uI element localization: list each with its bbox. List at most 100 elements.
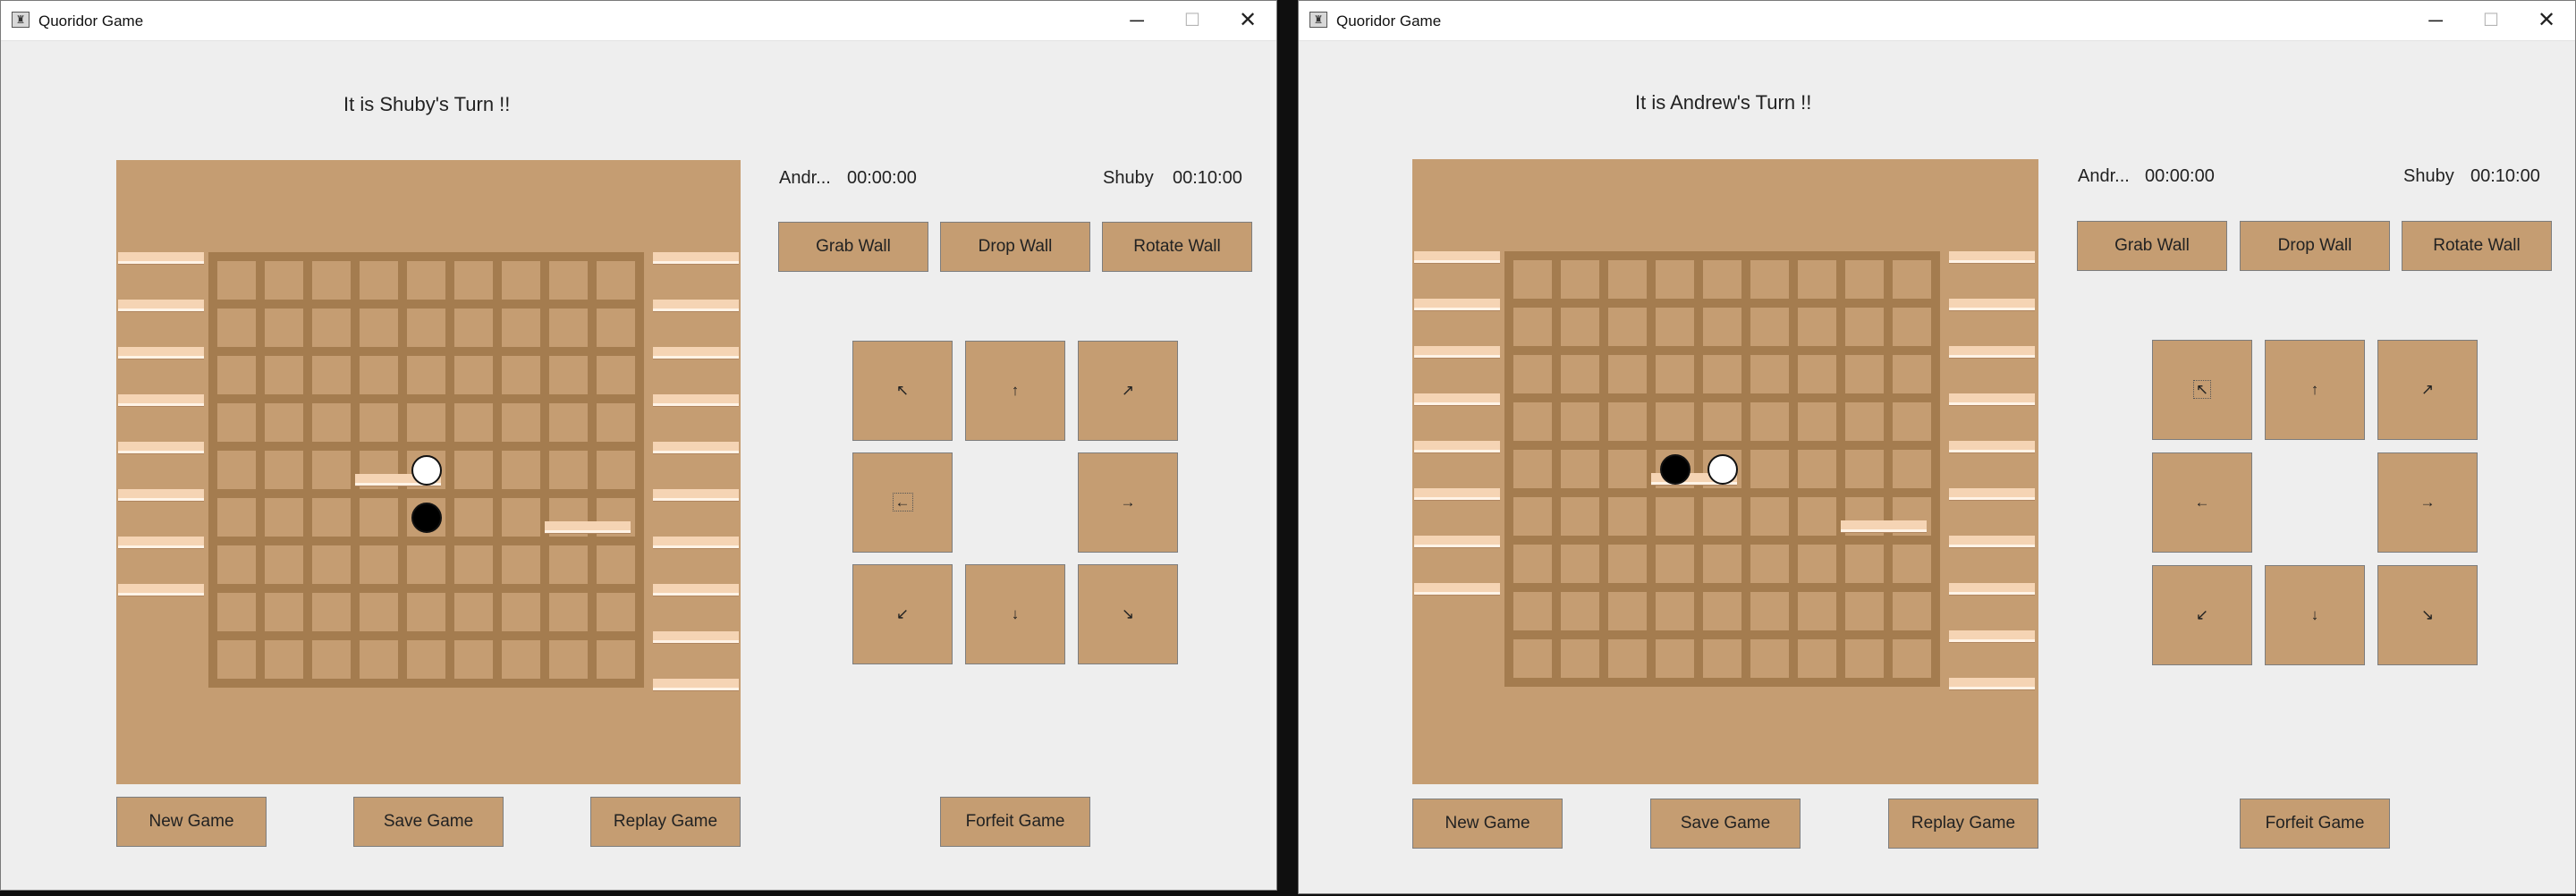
stock-wall[interactable]	[653, 394, 739, 406]
board-square[interactable]	[312, 498, 351, 537]
board-square[interactable]	[1608, 308, 1647, 346]
stock-wall[interactable]	[1949, 251, 2035, 263]
board-square[interactable]	[1798, 497, 1836, 536]
board-square[interactable]	[454, 640, 493, 679]
board-square[interactable]	[1561, 497, 1599, 536]
title-bar[interactable]: ♜ Quoridor Game ─ ☐ ✕	[1299, 1, 2575, 41]
board-square[interactable]	[1893, 260, 1931, 299]
board-square[interactable]	[1893, 308, 1931, 346]
board-square[interactable]	[1513, 260, 1552, 299]
stock-wall[interactable]	[1414, 488, 1500, 500]
board-square[interactable]	[265, 403, 303, 442]
board-square[interactable]	[1513, 355, 1552, 393]
move-up-button[interactable]: ↑	[965, 341, 1065, 441]
board-square[interactable]	[312, 640, 351, 679]
board-square[interactable]	[1798, 402, 1836, 441]
board-square[interactable]	[1561, 592, 1599, 630]
save-game-button[interactable]: Save Game	[353, 797, 504, 847]
board-square[interactable]	[1608, 450, 1647, 488]
board-square[interactable]	[549, 356, 588, 394]
board-square[interactable]	[1608, 592, 1647, 630]
stock-wall[interactable]	[653, 442, 739, 453]
board-square[interactable]	[217, 640, 256, 679]
rotate-wall-button[interactable]: Rotate Wall	[2402, 221, 2552, 271]
board-square[interactable]	[1703, 497, 1741, 536]
board-square[interactable]	[265, 545, 303, 584]
board-square[interactable]	[1561, 402, 1599, 441]
board-square[interactable]	[1513, 497, 1552, 536]
board-square[interactable]	[549, 593, 588, 631]
board-square[interactable]	[1513, 545, 1552, 583]
black-pawn[interactable]	[1659, 453, 1690, 485]
move-down-right-button[interactable]: ↘	[1078, 564, 1178, 664]
stock-wall[interactable]	[1949, 536, 2035, 547]
stock-wall[interactable]	[118, 252, 204, 264]
board-square[interactable]	[1561, 639, 1599, 678]
board-square[interactable]	[407, 261, 445, 300]
board-square[interactable]	[549, 403, 588, 442]
board-square[interactable]	[597, 640, 635, 679]
board-square[interactable]	[1656, 639, 1694, 678]
move-right-button[interactable]: →	[2377, 452, 2478, 553]
stock-wall[interactable]	[653, 584, 739, 596]
board-square[interactable]	[502, 498, 540, 537]
minimize-icon[interactable]: ─	[2409, 1, 2462, 40]
board-square[interactable]	[265, 261, 303, 300]
board-square[interactable]	[1608, 639, 1647, 678]
board-square[interactable]	[1893, 402, 1931, 441]
stock-wall[interactable]	[118, 537, 204, 548]
board-square[interactable]	[1703, 308, 1741, 346]
board-square[interactable]	[502, 309, 540, 347]
move-up-right-button[interactable]: ↗	[1078, 341, 1178, 441]
board-square[interactable]	[1798, 592, 1836, 630]
move-down-button[interactable]: ↓	[965, 564, 1065, 664]
move-down-left-button[interactable]: ↙	[852, 564, 953, 664]
rotate-wall-button[interactable]: Rotate Wall	[1102, 222, 1252, 272]
board-square[interactable]	[312, 451, 351, 489]
move-down-button[interactable]: ↓	[2265, 565, 2365, 665]
move-down-left-button[interactable]: ↙	[2152, 565, 2252, 665]
board-square[interactable]	[454, 451, 493, 489]
board-square[interactable]	[360, 356, 398, 394]
board-square[interactable]	[597, 356, 635, 394]
board-square[interactable]	[1845, 545, 1884, 583]
board-square[interactable]	[1893, 545, 1931, 583]
board-square[interactable]	[549, 640, 588, 679]
board-square[interactable]	[1561, 308, 1599, 346]
board-square[interactable]	[1656, 592, 1694, 630]
board-square[interactable]	[217, 451, 256, 489]
board-square[interactable]	[1798, 450, 1836, 488]
board-square[interactable]	[1608, 355, 1647, 393]
move-up-button[interactable]: ↑	[2265, 340, 2365, 440]
stock-wall[interactable]	[118, 584, 204, 596]
board-square[interactable]	[407, 593, 445, 631]
board-square[interactable]	[360, 498, 398, 537]
forfeit-game-button[interactable]: Forfeit Game	[2240, 799, 2390, 849]
board-square[interactable]	[1561, 545, 1599, 583]
board-square[interactable]	[1513, 592, 1552, 630]
board-square[interactable]	[407, 403, 445, 442]
board-square[interactable]	[1845, 355, 1884, 393]
stock-wall[interactable]	[1949, 630, 2035, 642]
board-square[interactable]	[502, 640, 540, 679]
board-square[interactable]	[312, 309, 351, 347]
board-square[interactable]	[265, 593, 303, 631]
board-square[interactable]	[549, 545, 588, 584]
board-square[interactable]	[1750, 450, 1789, 488]
stock-wall[interactable]	[118, 442, 204, 453]
move-up-left-button[interactable]: ↖	[852, 341, 953, 441]
board-square[interactable]	[597, 451, 635, 489]
board-square[interactable]	[407, 309, 445, 347]
close-icon[interactable]: ✕	[1221, 1, 1275, 40]
grab-wall-button[interactable]: Grab Wall	[778, 222, 928, 272]
board-square[interactable]	[265, 640, 303, 679]
board-square[interactable]	[1561, 450, 1599, 488]
move-up-left-button[interactable]: ↖	[2152, 340, 2252, 440]
board-square[interactable]	[454, 356, 493, 394]
stock-wall[interactable]	[1949, 583, 2035, 595]
board-square[interactable]	[217, 403, 256, 442]
stock-wall[interactable]	[1414, 346, 1500, 358]
board-square[interactable]	[1845, 260, 1884, 299]
stock-wall[interactable]	[1949, 488, 2035, 500]
board-square[interactable]	[217, 309, 256, 347]
